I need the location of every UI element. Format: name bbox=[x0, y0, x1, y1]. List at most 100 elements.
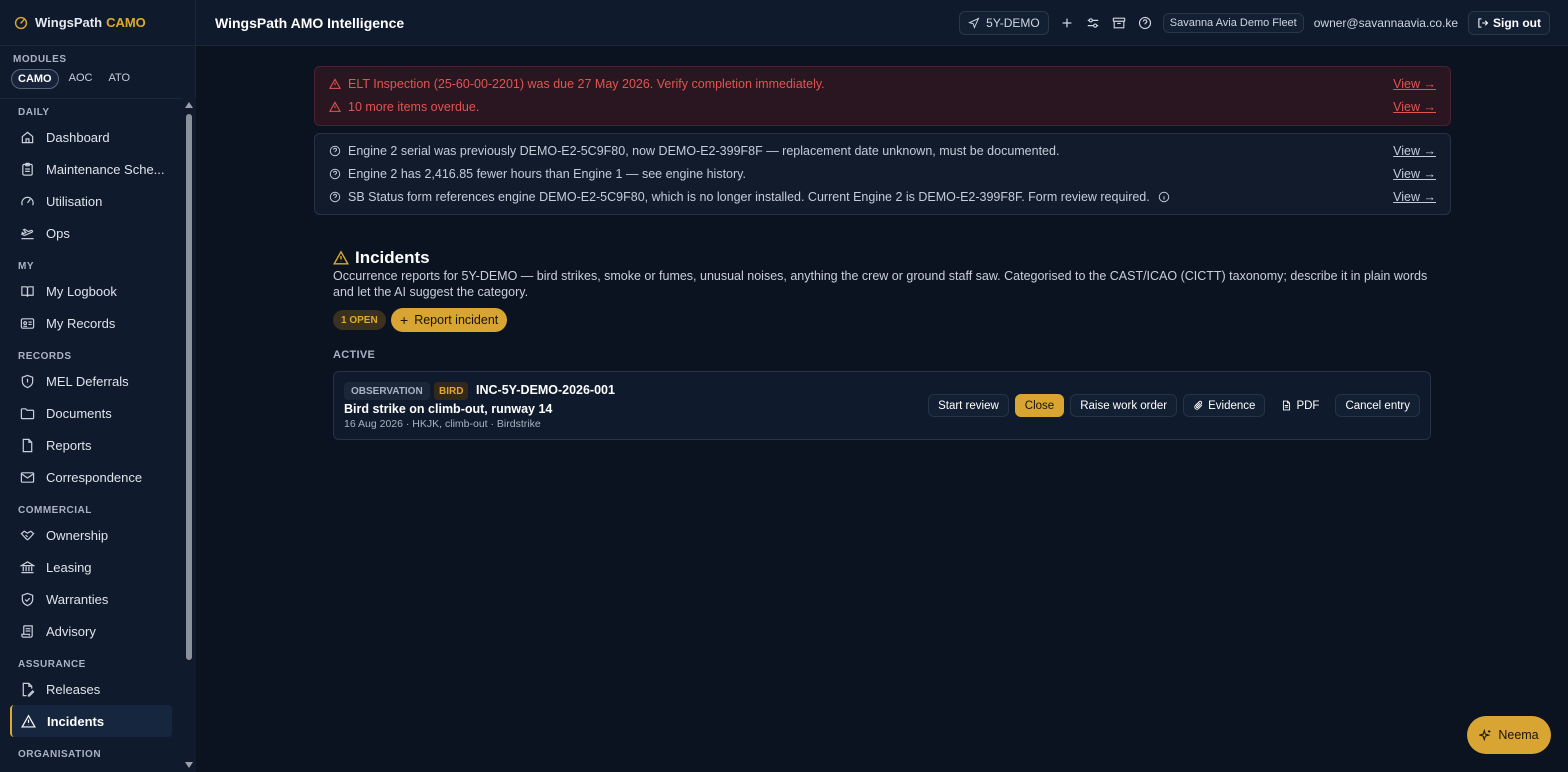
logout-icon bbox=[1478, 18, 1489, 28]
section-my: MY bbox=[18, 260, 34, 272]
cancel-entry-button[interactable]: Cancel entry bbox=[1335, 394, 1420, 417]
open-count-badge: 1 OPEN bbox=[333, 310, 386, 330]
module-tab-camo[interactable]: CAMO bbox=[11, 69, 59, 89]
fleet-selector[interactable]: Savanna Avia Demo Fleet bbox=[1162, 13, 1304, 33]
engine-alerts: Engine 2 serial was previously DEMO-E2-5… bbox=[314, 133, 1451, 215]
user-email: owner@savannaavia.co.ke bbox=[1313, 16, 1458, 30]
view-link[interactable]: View → bbox=[1393, 167, 1436, 181]
close-incident-button[interactable]: Close bbox=[1014, 394, 1065, 417]
sidebar-item-maintenance[interactable]: Maintenance Sche... bbox=[0, 153, 182, 185]
sidebar-item-releases[interactable]: Releases bbox=[0, 673, 182, 705]
aircraft-selector[interactable]: 5Y-DEMO bbox=[959, 11, 1049, 35]
report-incident-button[interactable]: + Report incident bbox=[391, 308, 508, 332]
sparkles-icon bbox=[1479, 728, 1491, 741]
plus-icon[interactable] bbox=[1059, 15, 1075, 31]
warning-icon bbox=[329, 101, 341, 112]
evidence-button[interactable]: Evidence bbox=[1183, 394, 1266, 417]
incident-meta: 16 Aug 2026 · HKJK, climb-out · Birdstri… bbox=[344, 418, 541, 430]
modules-label: MODULES bbox=[13, 54, 67, 65]
sidebar-item-correspondence[interactable]: Correspondence bbox=[0, 461, 182, 493]
warning-icon bbox=[21, 713, 36, 728]
book-icon bbox=[21, 285, 34, 297]
sign-out-button[interactable]: Sign out bbox=[1468, 11, 1550, 35]
incident-reference: INC-5Y-DEMO-2026-001 bbox=[476, 383, 615, 397]
sidebar-scrollbar[interactable] bbox=[182, 98, 196, 772]
sidebar-item-ops[interactable]: Ops bbox=[0, 217, 182, 249]
sidebar-item-warranties[interactable]: Warranties bbox=[0, 583, 182, 615]
sidebar-item-incidents[interactable]: Incidents bbox=[10, 705, 172, 737]
question-circle-icon bbox=[329, 191, 341, 203]
shield-check-icon bbox=[21, 592, 34, 606]
module-tab-aoc[interactable]: AOC bbox=[63, 69, 99, 89]
brand-name: WingsPath bbox=[35, 15, 103, 30]
incidents-heading: Incidents bbox=[333, 248, 430, 268]
brand[interactable]: WingsPath CAMO bbox=[0, 0, 195, 46]
pdf-button[interactable]: PDF bbox=[1271, 394, 1329, 417]
archive-icon[interactable] bbox=[1111, 15, 1127, 31]
incident-type-badge: OBSERVATION bbox=[344, 382, 430, 400]
plane-icon bbox=[968, 17, 980, 29]
plane-takeoff-icon bbox=[21, 228, 34, 239]
scroll-down-arrow[interactable] bbox=[185, 762, 193, 768]
gauge-icon bbox=[21, 196, 34, 205]
section-records: RECORDS bbox=[18, 350, 72, 362]
header-actions: 5Y-DEMO Savanna Avia Demo Fleet owner@sa… bbox=[959, 0, 1550, 46]
module-tab-ato[interactable]: ATO bbox=[102, 69, 136, 89]
section-assurance: ASSURANCE bbox=[18, 658, 86, 670]
help-icon[interactable] bbox=[1137, 15, 1153, 31]
question-circle-icon bbox=[329, 168, 341, 180]
scroll-icon bbox=[21, 624, 33, 638]
raise-work-order-button[interactable]: Raise work order bbox=[1070, 394, 1178, 417]
brand-accent: CAMO bbox=[106, 15, 146, 30]
alert-row: Engine 2 has 2,416.85 fewer hours than E… bbox=[329, 164, 1436, 184]
sidebar-item-dashboard[interactable]: Dashboard bbox=[0, 121, 182, 153]
sidebar-item-documents[interactable]: Documents bbox=[0, 397, 182, 429]
sliders-icon[interactable] bbox=[1085, 15, 1101, 31]
view-link[interactable]: View → bbox=[1393, 144, 1436, 158]
scroll-up-arrow[interactable] bbox=[185, 102, 193, 108]
paperclip-icon bbox=[1194, 400, 1203, 410]
sidebar-item-utilisation[interactable]: Utilisation bbox=[0, 185, 182, 217]
incident-actions: Start review Close Raise work order Evid… bbox=[928, 394, 1420, 417]
scroll-thumb[interactable] bbox=[186, 114, 192, 660]
handshake-icon bbox=[20, 530, 35, 540]
alert-row: ELT Inspection (25-60-00-2201) was due 2… bbox=[329, 74, 1436, 94]
bank-icon bbox=[20, 560, 35, 573]
view-link[interactable]: View → bbox=[1393, 190, 1436, 204]
home-icon bbox=[21, 131, 34, 143]
file-sign-icon bbox=[22, 682, 35, 697]
file-icon bbox=[22, 438, 33, 452]
info-icon[interactable] bbox=[1158, 191, 1170, 203]
incident-name: Bird strike on climb-out, runway 14 bbox=[344, 402, 553, 416]
clipboard-icon bbox=[22, 162, 33, 176]
plus-icon: + bbox=[400, 312, 409, 328]
incidents-description: Occurrence reports for 5Y-DEMO — bird st… bbox=[333, 269, 1428, 299]
incident-card[interactable]: OBSERVATION BIRD INC-5Y-DEMO-2026-001 Bi… bbox=[333, 371, 1431, 440]
alert-row: Engine 2 serial was previously DEMO-E2-5… bbox=[329, 141, 1436, 161]
neema-assistant-button[interactable]: Neema bbox=[1467, 716, 1551, 754]
sidebar-nav: DAILY Dashboard Maintenance Sche... Util… bbox=[0, 98, 182, 772]
warning-icon bbox=[329, 78, 341, 89]
logo-icon bbox=[14, 16, 28, 29]
top-header: WingsPath AMO Intelligence 5Y-DEMO Savan… bbox=[196, 0, 1568, 46]
warning-icon bbox=[333, 250, 349, 265]
id-card-icon bbox=[20, 317, 35, 329]
incident-category-badge: BIRD bbox=[434, 382, 469, 400]
sidebar-item-logbook[interactable]: My Logbook bbox=[0, 275, 182, 307]
alert-row: 10 more items overdue. View → bbox=[329, 97, 1436, 117]
sidebar-item-mel[interactable]: MEL Deferrals bbox=[0, 365, 182, 397]
question-circle-icon bbox=[329, 145, 341, 157]
start-review-button[interactable]: Start review bbox=[928, 394, 1009, 417]
sidebar: WingsPath CAMO MODULES CAMO AOC ATO DAIL… bbox=[0, 0, 196, 772]
view-link[interactable]: View → bbox=[1393, 100, 1436, 114]
section-organisation: ORGANISATION bbox=[18, 748, 102, 760]
folder-icon bbox=[20, 407, 35, 419]
page-title: WingsPath AMO Intelligence bbox=[215, 14, 405, 31]
sidebar-item-reports[interactable]: Reports bbox=[0, 429, 182, 461]
sidebar-item-ownership[interactable]: Ownership bbox=[0, 519, 182, 551]
view-link[interactable]: View → bbox=[1393, 77, 1436, 91]
sidebar-item-records[interactable]: My Records bbox=[0, 307, 182, 339]
sidebar-item-advisory[interactable]: Advisory bbox=[0, 615, 182, 647]
overdue-alerts: ELT Inspection (25-60-00-2201) was due 2… bbox=[314, 66, 1451, 126]
sidebar-item-leasing[interactable]: Leasing bbox=[0, 551, 182, 583]
